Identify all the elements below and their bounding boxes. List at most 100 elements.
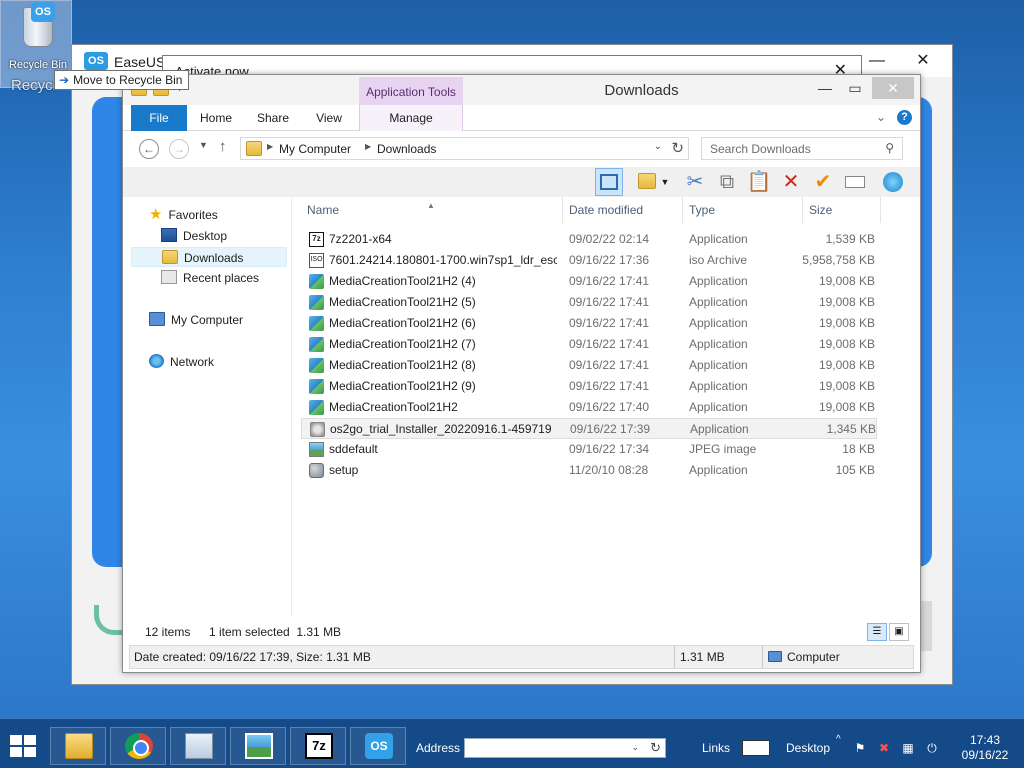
media-creation-icon: [309, 337, 324, 352]
downloads-folder-icon: [162, 250, 178, 264]
nav-recent-places[interactable]: Recent places: [161, 268, 259, 288]
location-folder-icon: [246, 141, 262, 156]
breadcrumb-my-computer[interactable]: My Computer: [279, 142, 351, 156]
nav-network[interactable]: Network: [149, 352, 214, 372]
nav-my-computer[interactable]: My Computer: [149, 310, 243, 330]
expand-ribbon-icon[interactable]: ⌄: [876, 110, 886, 124]
action-center-icon[interactable]: ⚑: [852, 741, 868, 757]
media-creation-icon: [309, 295, 324, 310]
address-dropdown-icon[interactable]: ⌄: [654, 141, 662, 152]
taskbar: 7z OS Address ⌄ ↻ Links Desktop ^ ⚑ ✖ ▦ …: [0, 718, 1024, 768]
taskbar-links-label[interactable]: Links: [702, 741, 730, 755]
media-creation-icon: [309, 400, 324, 415]
tab-share[interactable]: Share: [249, 105, 297, 131]
tab-file[interactable]: File: [131, 105, 187, 131]
taskbar-file-explorer[interactable]: [50, 727, 106, 765]
breadcrumb-separator-icon[interactable]: ▶: [267, 142, 273, 151]
select-icon[interactable]: ✔: [809, 168, 837, 196]
power-icon[interactable]: ⏻: [924, 741, 940, 757]
clock-date: 09/16/22: [961, 748, 1009, 762]
tab-manage[interactable]: Manage: [359, 105, 463, 131]
network-icon: [149, 354, 164, 368]
tab-home[interactable]: Home: [193, 105, 239, 131]
copy-icon[interactable]: ⧉: [713, 168, 741, 196]
rename-icon[interactable]: [841, 168, 869, 196]
file-row[interactable]: MediaCreationTool21H2 (7) 09/16/22 17:41 A…: [301, 334, 877, 355]
column-header-name[interactable]: Name ▲: [301, 197, 563, 223]
up-button[interactable]: ↑: [219, 138, 227, 155]
taskbar-desktop-label[interactable]: Desktop: [786, 741, 830, 755]
recent-locations-icon[interactable]: ▼: [199, 140, 208, 150]
delete-icon[interactable]: ✕: [777, 168, 805, 196]
file-row[interactable]: MediaCreationTool21H2 (4) 09/16/22 17:41 A…: [301, 271, 877, 292]
paste-icon[interactable]: 📋: [745, 168, 773, 196]
ribbon-tabs: File Home Share View Manage ⌄ ?: [123, 105, 920, 131]
start-button[interactable]: [10, 735, 38, 759]
preview-pane-icon[interactable]: [595, 168, 623, 196]
maximize-button[interactable]: ▭: [840, 77, 870, 99]
search-icon[interactable]: ⚲: [885, 141, 894, 155]
file-row[interactable]: setup 11/20/10 08:28 Application 105 KB: [301, 460, 877, 481]
os2go-icon: OS: [365, 733, 393, 759]
file-row[interactable]: MediaCreationTool21H2 09/16/22 17:40 Appli…: [301, 397, 877, 418]
back-arrow-icon[interactable]: [94, 605, 124, 635]
taskbar-address-input[interactable]: ⌄ ↻: [464, 738, 666, 758]
column-header-type[interactable]: Type: [683, 197, 803, 223]
refresh-icon[interactable]: ↻: [671, 139, 684, 157]
breadcrumb-separator-icon[interactable]: ▶: [365, 142, 371, 151]
volume-muted-icon[interactable]: ✖: [876, 741, 892, 757]
easeus-scrollbar[interactable]: [920, 601, 932, 651]
file-row[interactable]: sddefault 09/16/22 17:34 JPEG image 18 KB: [301, 439, 877, 460]
forward-button[interactable]: →: [169, 139, 189, 159]
network-tray-icon[interactable]: ▦: [900, 741, 916, 757]
7zip-icon: 7z: [305, 733, 333, 759]
taskbar-photo-viewer[interactable]: [230, 727, 286, 765]
taskbar-chrome[interactable]: [110, 727, 166, 765]
taskbar-performance-monitor[interactable]: [170, 727, 226, 765]
installer-icon: [310, 422, 325, 437]
go-icon[interactable]: ↻: [650, 740, 661, 756]
taskbar-7zip[interactable]: 7z: [290, 727, 346, 765]
drag-tooltip-text: Move to Recycle Bin: [73, 73, 183, 87]
toolbar-dropdown-icon[interactable]: ▼: [659, 168, 671, 196]
address-dropdown-icon[interactable]: ⌄: [631, 742, 639, 753]
tab-view[interactable]: View: [307, 105, 351, 131]
address-bar[interactable]: ▶ My Computer ▶ Downloads ⌄ ↻: [240, 137, 689, 160]
file-row[interactable]: MediaCreationTool21H2 (6) 09/16/22 17:41 A…: [301, 313, 877, 334]
file-row[interactable]: 7z 7z2201-x64 09/02/22 02:14 Application 1,5…: [301, 229, 877, 250]
column-header-size[interactable]: Size: [803, 197, 881, 223]
nav-favorites[interactable]: ★ Favorites: [149, 205, 218, 225]
back-button[interactable]: ←: [139, 139, 159, 159]
search-box[interactable]: Search Downloads ⚲: [701, 137, 903, 160]
help-icon[interactable]: ?: [897, 110, 912, 125]
keyboard-icon[interactable]: [742, 740, 770, 756]
address-row: ← → ▼ ↑ ▶ My Computer ▶ Downloads ⌄ ↻ Se…: [123, 132, 920, 166]
clock[interactable]: 17:43 09/16/22: [952, 733, 1018, 763]
cut-icon[interactable]: ✂: [681, 168, 709, 196]
easeus-close-button[interactable]: ✕: [908, 51, 938, 71]
details-size: 1.31 MB: [680, 650, 725, 664]
move-arrow-icon: ➔: [59, 73, 70, 87]
breadcrumb-downloads[interactable]: Downloads: [377, 142, 436, 156]
column-header-date[interactable]: Date modified: [563, 197, 683, 223]
file-row[interactable]: MediaCreationTool21H2 (8) 09/16/22 17:41 A…: [301, 355, 877, 376]
show-hidden-icons-icon[interactable]: ^: [836, 734, 841, 745]
os-badge-icon: OS: [31, 2, 55, 22]
file-row-selected[interactable]: os2go_trial_Installer_20220916.1-459719 0…: [301, 418, 877, 439]
file-row[interactable]: MediaCreationTool21H2 (5) 09/16/22 17:41 A…: [301, 292, 877, 313]
large-icons-view-icon[interactable]: ▣: [889, 623, 909, 641]
nav-downloads[interactable]: Downloads: [131, 247, 287, 267]
window-title: Downloads: [604, 82, 679, 99]
close-button[interactable]: ✕: [872, 77, 914, 99]
file-row[interactable]: MediaCreationTool21H2 (9) 09/16/22 17:41 A…: [301, 376, 877, 397]
folder-properties-icon[interactable]: [633, 168, 661, 196]
globe-icon[interactable]: [879, 168, 907, 196]
file-row[interactable]: ISO 7601.24214.180801-1700.win7sp1_ldr_es…: [301, 250, 877, 271]
taskbar-os2go[interactable]: OS: [350, 727, 406, 765]
nav-downloads-label: Downloads: [184, 251, 244, 265]
minimize-button[interactable]: —: [810, 77, 840, 99]
nav-desktop[interactable]: Desktop: [161, 226, 227, 246]
easeus-minimize-button[interactable]: —: [862, 51, 892, 71]
pane-divider[interactable]: [291, 197, 292, 617]
details-view-icon[interactable]: ☰: [867, 623, 887, 641]
